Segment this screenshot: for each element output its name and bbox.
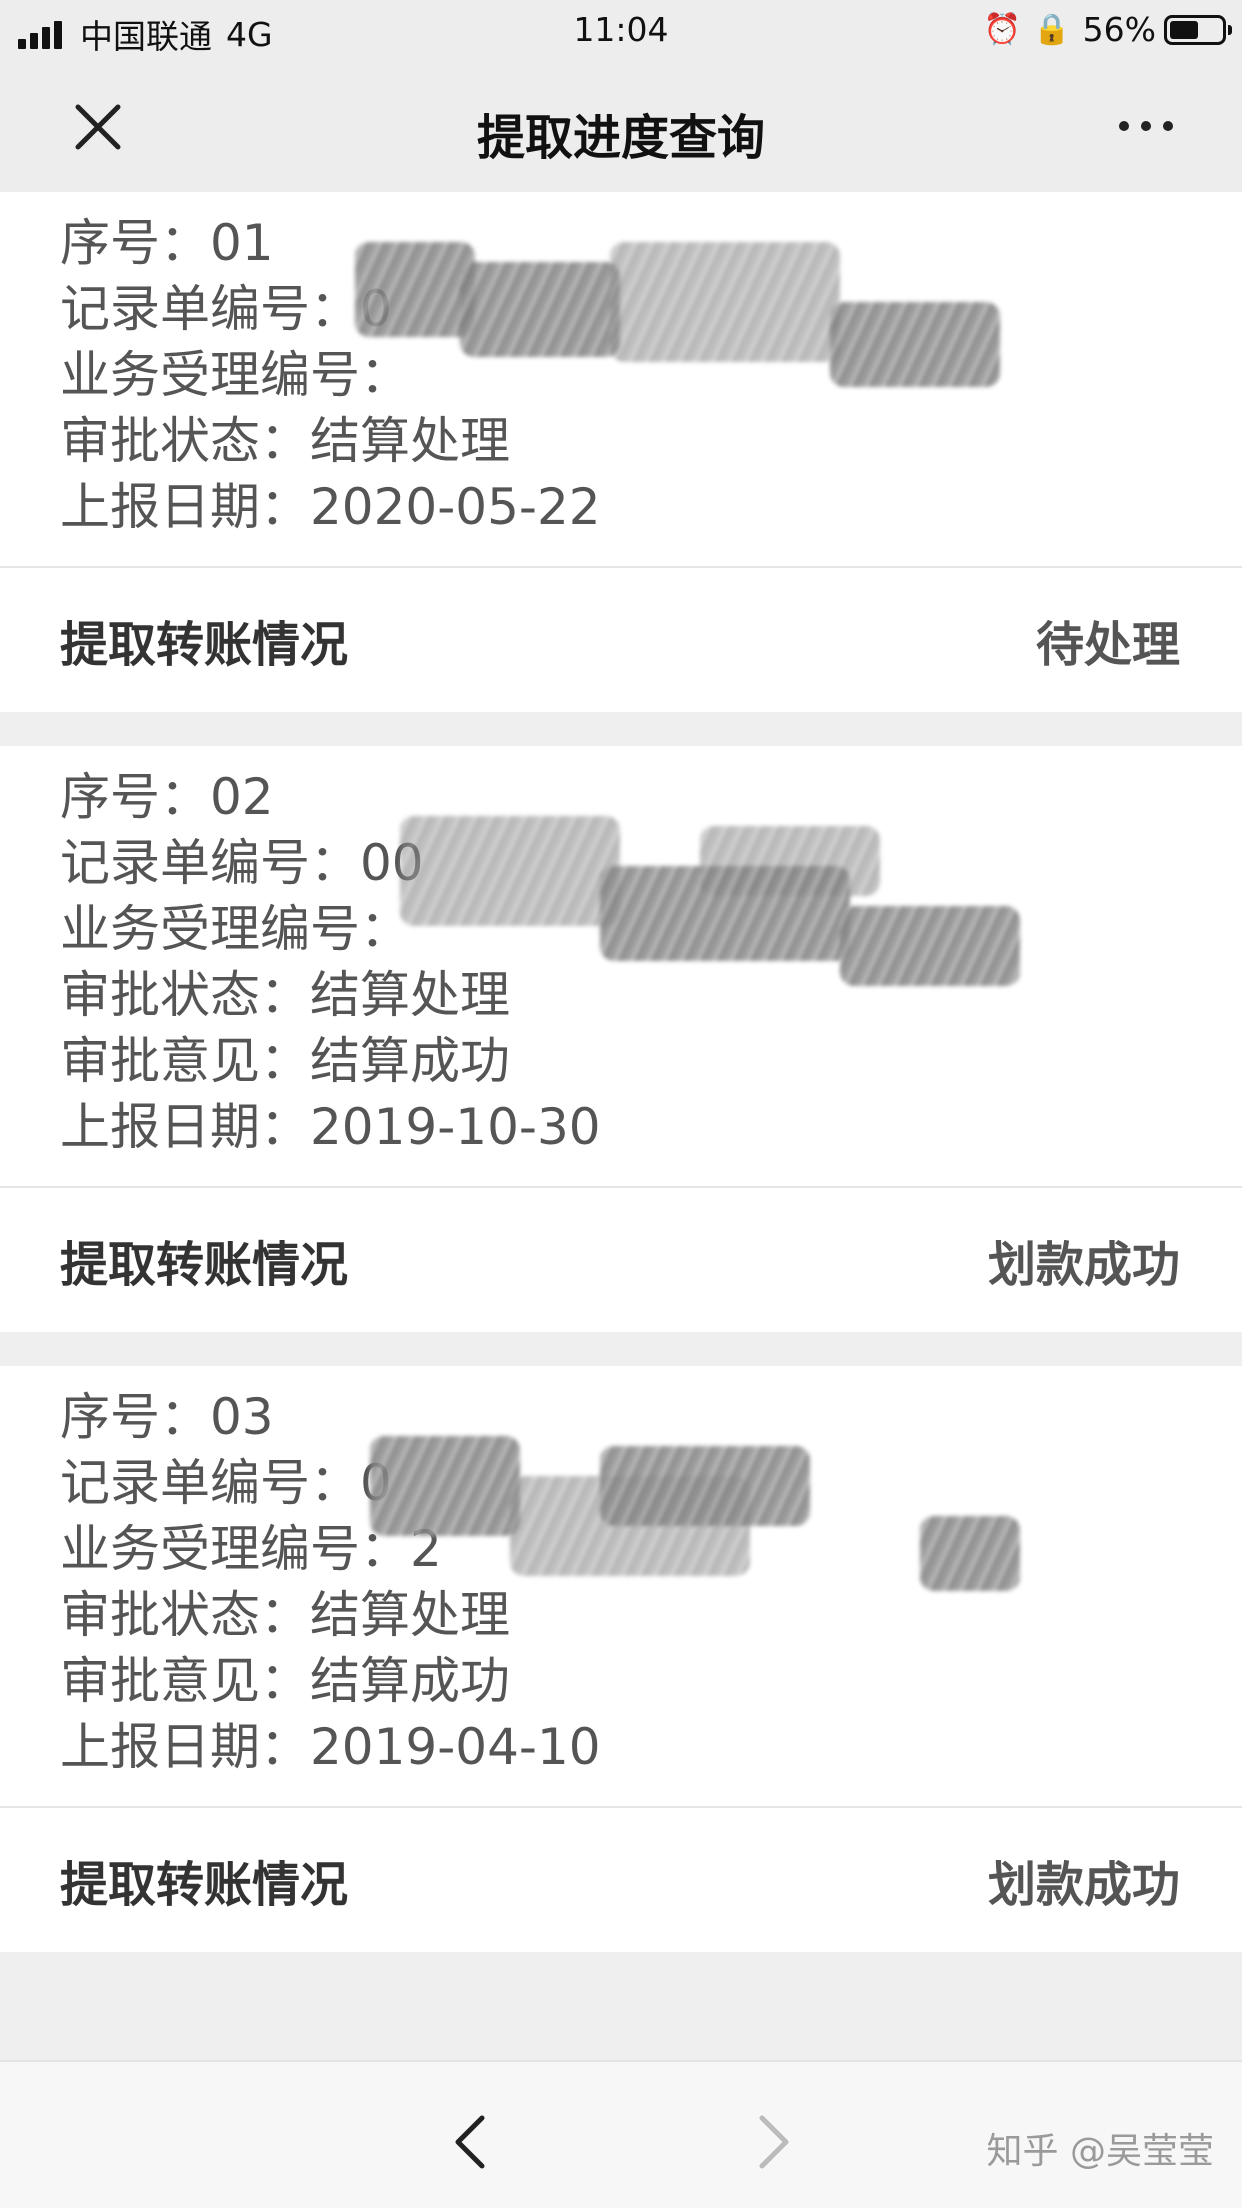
record-info: 序号：02 记录单编号：00 业务受理编号： 审批状态：结算处理 审批意见：结算… — [0, 746, 1242, 1188]
record-card: 序号：01 记录单编号：0 业务受理编号： 审批状态：结算处理 上报日期：202… — [0, 192, 1242, 712]
page-title: 提取进度查询 — [476, 110, 765, 166]
transfer-status: 划款成功 — [987, 1237, 1180, 1293]
redaction-mark — [830, 302, 1000, 387]
field-row: 审批意见：结算成功 — [60, 1652, 510, 1710]
transfer-row[interactable]: 提取转账情况 划款成功 — [0, 1808, 1242, 1952]
transfer-status: 划款成功 — [987, 1857, 1180, 1913]
field-row: 审批状态：结算处理 — [60, 412, 510, 470]
redaction-mark — [600, 1446, 810, 1526]
transfer-label: 提取转账情况 — [60, 617, 349, 673]
record-list: 序号：01 记录单编号：0 业务受理编号： 审批状态：结算处理 上报日期：202… — [0, 192, 1242, 1986]
record-card: 序号：02 记录单编号：00 业务受理编号： 审批状态：结算处理 审批意见：结算… — [0, 746, 1242, 1332]
redaction-mark — [920, 1516, 1020, 1591]
field-row: 审批意见：结算成功 — [60, 1032, 510, 1090]
field-row: 审批状态：结算处理 — [60, 966, 510, 1024]
back-arrow-icon[interactable] — [448, 2112, 492, 2172]
alarm-icon: ⏰ — [983, 12, 1022, 47]
field-row: 上报日期：2020-05-22 — [60, 478, 601, 536]
transfer-label: 提取转账情况 — [60, 1237, 349, 1293]
redaction-mark — [460, 262, 620, 357]
redaction-mark — [700, 826, 880, 896]
field-row: 序号：02 — [60, 768, 274, 826]
redaction-mark — [355, 242, 475, 337]
status-right: ⏰ 🔒 56% — [983, 10, 1232, 49]
field-row: 序号：03 — [60, 1388, 274, 1446]
nav-bar: 提取进度查询 — [0, 62, 1242, 192]
field-row: 上报日期：2019-04-10 — [60, 1718, 601, 1776]
status-bar: 中国联通 4G 11:04 ⏰ 🔒 56% — [0, 0, 1242, 62]
redaction-mark — [400, 816, 620, 926]
battery-level — [1170, 20, 1198, 39]
record-info: 序号：03 记录单编号：0 业务受理编号：2 审批状态：结算处理 审批意见：结算… — [0, 1366, 1242, 1808]
rotation-lock-icon: 🔒 — [1033, 12, 1071, 47]
redaction-mark — [840, 906, 1020, 986]
field-row: 上报日期：2019-10-30 — [60, 1098, 601, 1156]
battery-percent: 56% — [1082, 10, 1156, 49]
transfer-row[interactable]: 提取转账情况 待处理 — [0, 568, 1242, 712]
transfer-label: 提取转账情况 — [60, 1857, 349, 1913]
redaction-mark — [370, 1436, 520, 1536]
more-icon[interactable] — [1116, 106, 1176, 146]
watermark-text: 知乎 @吴莹莹 — [986, 2131, 1214, 2172]
redaction-mark — [610, 242, 840, 362]
field-row: 审批状态：结算处理 — [60, 1586, 510, 1644]
transfer-row[interactable]: 提取转账情况 划款成功 — [0, 1188, 1242, 1332]
record-card: 序号：03 记录单编号：0 业务受理编号：2 审批状态：结算处理 审批意见：结算… — [0, 1366, 1242, 1952]
transfer-status: 待处理 — [1035, 617, 1180, 673]
forward-arrow-icon[interactable] — [752, 2112, 796, 2172]
battery-icon — [1164, 14, 1232, 45]
